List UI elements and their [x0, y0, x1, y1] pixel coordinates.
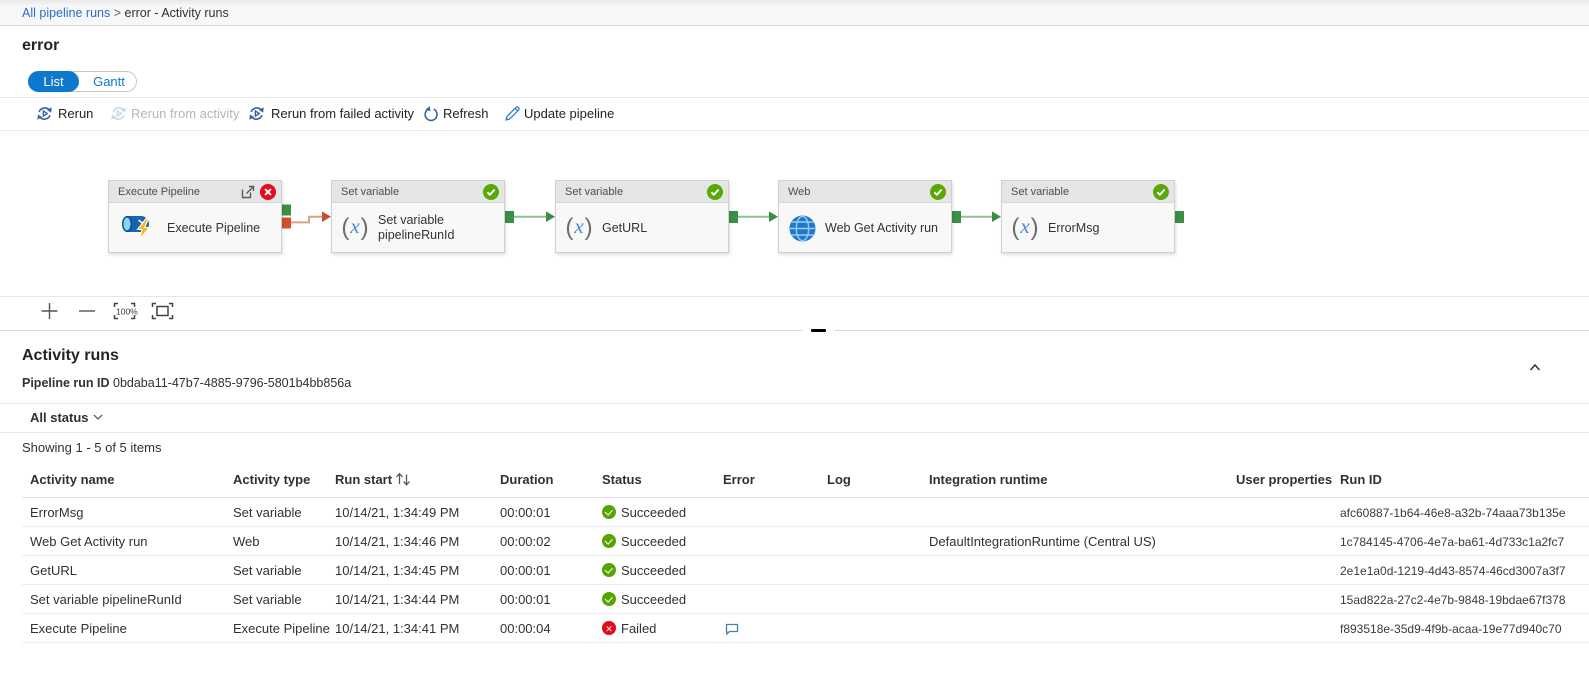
svg-text:100%: 100% — [116, 307, 138, 317]
